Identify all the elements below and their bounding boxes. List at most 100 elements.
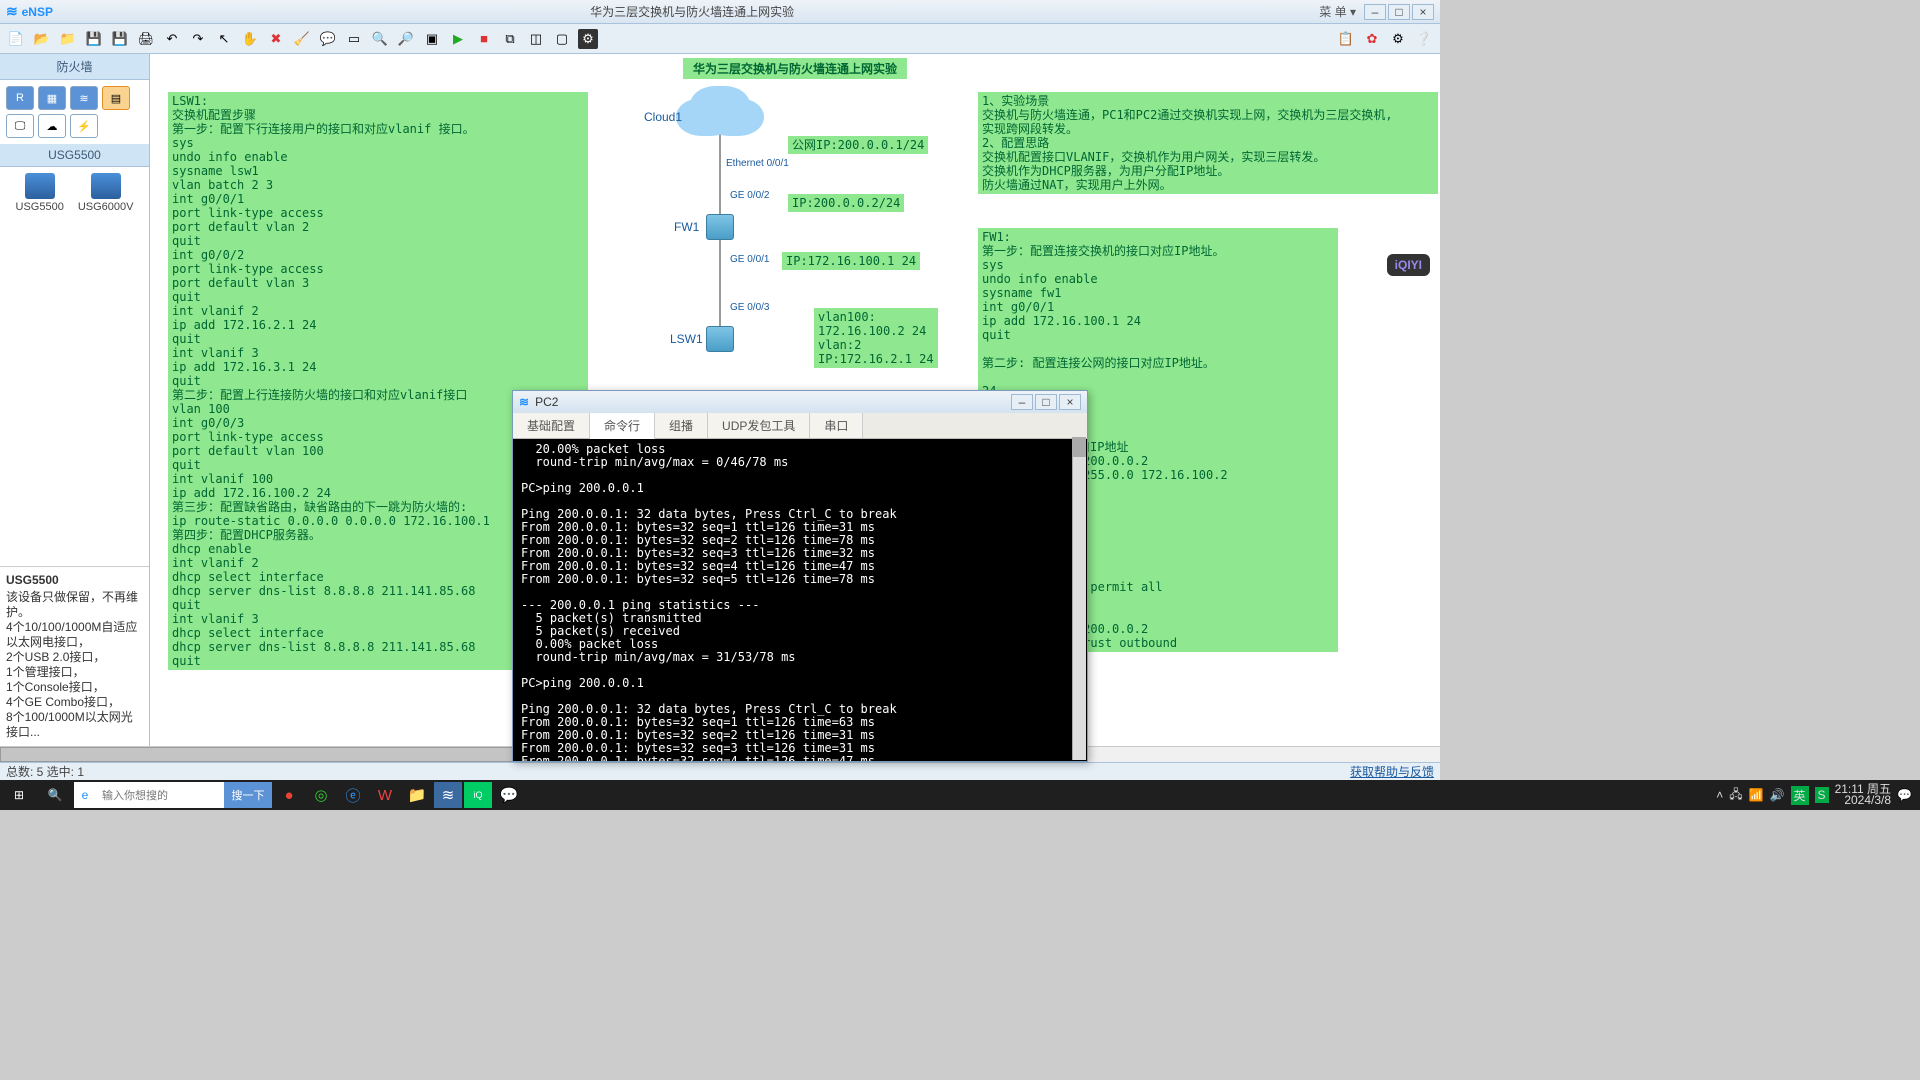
fit-icon[interactable]: ▣ <box>422 29 442 49</box>
usg6000v-icon <box>91 173 121 199</box>
usg5500-label: USG5500 <box>16 201 64 213</box>
hand-icon[interactable]: ✋ <box>240 29 260 49</box>
panel-head-usg: USG5500 <box>0 144 149 167</box>
gear-icon[interactable]: ⚙ <box>1388 29 1408 49</box>
start-button[interactable]: ⊞ <box>2 781 36 809</box>
stop-icon[interactable]: ■ <box>474 29 494 49</box>
task-ensp-icon[interactable]: ≋ <box>434 782 462 808</box>
usg6000v-label: USG6000V <box>78 201 134 213</box>
label-vlan-note: vlan100: 172.16.100.2 24 vlan:2 IP:172.1… <box>814 308 938 368</box>
zoomin-icon[interactable]: 🔍 <box>370 29 390 49</box>
redo-icon[interactable]: ↷ <box>188 29 208 49</box>
status-right[interactable]: 获取帮助与反馈 <box>1350 763 1434 780</box>
label-ip-public: 公网IP:200.0.0.1/24 <box>788 136 928 154</box>
save-icon[interactable]: 💾 <box>84 29 104 49</box>
search-icon[interactable]: 🔍 <box>38 781 72 809</box>
pc2-logo-icon: ≋ <box>519 395 529 409</box>
task-360-icon[interactable]: ◎ <box>306 781 336 809</box>
label-eth: Ethernet 0/0/1 <box>726 158 789 169</box>
tray-ime-icon[interactable]: 英 <box>1791 786 1809 805</box>
view-icon[interactable]: ▢ <box>552 29 572 49</box>
tab-serial[interactable]: 串口 <box>810 413 863 438</box>
run-icon[interactable]: ▶ <box>448 29 468 49</box>
pointer-icon[interactable]: ↖ <box>214 29 234 49</box>
panel-head-fw: 防火墙 <box>0 54 149 80</box>
tray-wifi-icon[interactable]: 📶 <box>1749 788 1764 802</box>
task-wechat-icon[interactable]: 💬 <box>494 781 524 809</box>
tab-udp[interactable]: UDP发包工具 <box>708 413 810 438</box>
app-logo: ≋ eNSP <box>6 3 53 20</box>
taskbar: ⊞ 🔍 e 输入你想搜的 搜一下 ● ◎ ⓔ W 📁 ≋ iQ 💬 ˄ 🖧 📶 … <box>0 780 1920 810</box>
task-explorer-icon[interactable]: 📁 <box>402 781 432 809</box>
node-cloud[interactable] <box>690 94 750 132</box>
undo-icon[interactable]: ↶ <box>162 29 182 49</box>
device-usg6000v[interactable]: USG6000V <box>78 173 134 213</box>
pc2-console[interactable]: 20.00% packet loss round-trip min/avg/ma… <box>513 439 1087 761</box>
saveall-icon[interactable]: 💾 <box>110 29 130 49</box>
tray-clock[interactable]: 21:11 周五 2024/3/8 <box>1835 784 1891 806</box>
zoomout-icon[interactable]: 🔎 <box>396 29 416 49</box>
device-description: USG5500 该设备只做保留，不再维护。 4个10/100/1000M自适应以… <box>0 566 149 746</box>
task-chrome-icon[interactable]: ● <box>274 781 304 809</box>
close-button[interactable]: × <box>1412 4 1434 20</box>
dev-switch-icon[interactable]: ▦ <box>38 86 66 110</box>
folder-icon[interactable]: 📁 <box>58 29 78 49</box>
list-icon[interactable]: 📋 <box>1336 29 1356 49</box>
capture-icon[interactable]: ⧉ <box>500 29 520 49</box>
search-button[interactable]: 搜一下 <box>224 782 272 808</box>
task-ie-icon[interactable]: ⓔ <box>338 781 368 809</box>
usg5500-icon <box>25 173 55 199</box>
tray-net-icon[interactable]: 🖧 <box>1729 785 1742 806</box>
toolbar: 📄 📂 📁 💾 💾 🖨 ↶ ↷ ↖ ✋ ✖ 🧹 💬 ▭ 🔍 🔎 ▣ ▶ ■ ⧉ … <box>0 24 1440 54</box>
tray-expand-icon[interactable]: ˄ <box>1716 788 1723 802</box>
pc2-window[interactable]: ≋ PC2 – □ × 基础配置 命令行 组播 UDP发包工具 串口 20.00… <box>512 390 1088 762</box>
node-fw1[interactable] <box>706 214 734 240</box>
erase-icon[interactable]: 🧹 <box>292 29 312 49</box>
app-logo-text: eNSP <box>22 5 53 19</box>
note-scenario: 1、实验场景 交换机与防火墙连通，PC1和PC2通过交换机实现上网，交换机为三层… <box>978 92 1438 194</box>
maximize-button[interactable]: □ <box>1388 4 1410 20</box>
dev-link-icon[interactable]: ⚡ <box>70 114 98 138</box>
label-ge03: GE 0/0/3 <box>730 302 769 313</box>
settings-icon[interactable]: ⚙ <box>578 29 598 49</box>
tab-multicast[interactable]: 组播 <box>655 413 708 438</box>
node-lsw1[interactable] <box>706 326 734 352</box>
system-tray: ˄ 🖧 📶 🔊 英 S 21:11 周五 2024/3/8 💬 <box>1716 784 1918 806</box>
tray-vol-icon[interactable]: 🔊 <box>1770 788 1785 802</box>
dev-pc-icon[interactable]: 🖵 <box>6 114 34 138</box>
pc2-scrollbar[interactable] <box>1072 437 1086 760</box>
dev-wlan-icon[interactable]: ≋ <box>70 86 98 110</box>
open-icon[interactable]: 📂 <box>32 29 52 49</box>
dev-router-icon[interactable]: R <box>6 86 34 110</box>
pc2-minimize[interactable]: – <box>1011 394 1033 410</box>
tab-cli[interactable]: 命令行 <box>590 413 655 439</box>
minimize-button[interactable]: – <box>1364 4 1386 20</box>
window-icon[interactable]: ◫ <box>526 29 546 49</box>
pc2-maximize[interactable]: □ <box>1035 394 1057 410</box>
huawei-icon[interactable]: ✿ <box>1362 29 1382 49</box>
label-ge01: GE 0/0/1 <box>730 254 769 265</box>
new-icon[interactable]: 📄 <box>6 29 26 49</box>
task-wps-icon[interactable]: W <box>370 781 400 809</box>
delete-icon[interactable]: ✖ <box>266 29 286 49</box>
tab-basic[interactable]: 基础配置 <box>513 413 590 438</box>
pc2-title-bar[interactable]: ≋ PC2 – □ × <box>513 391 1087 413</box>
search-input[interactable]: 输入你想搜的 <box>96 782 224 808</box>
watermark-iqiyi: iQIYI <box>1387 254 1430 276</box>
tray-ime2-icon[interactable]: S <box>1815 787 1829 803</box>
help-icon[interactable]: ❔ <box>1414 29 1434 49</box>
palette-icon[interactable]: ▭ <box>344 29 364 49</box>
pc2-title-text: PC2 <box>535 395 1009 409</box>
dev-firewall-icon[interactable]: ▤ <box>102 86 130 110</box>
print-icon[interactable]: 🖨 <box>136 29 156 49</box>
dev-cloud-icon[interactable]: ☁ <box>38 114 66 138</box>
task-iqiyi-icon[interactable]: iQ <box>464 782 492 808</box>
pc2-scroll-thumb[interactable] <box>1073 437 1086 457</box>
menu-button[interactable]: 菜 单 ▾ <box>1319 3 1356 20</box>
tray-notif-icon[interactable]: 💬 <box>1897 788 1912 802</box>
device-usg5500[interactable]: USG5500 <box>16 173 64 213</box>
text-icon[interactable]: 💬 <box>318 29 338 49</box>
status-left: 总数: 5 选中: 1 <box>6 763 84 780</box>
clock-date: 2024/3/8 <box>1835 795 1891 806</box>
pc2-close[interactable]: × <box>1059 394 1081 410</box>
